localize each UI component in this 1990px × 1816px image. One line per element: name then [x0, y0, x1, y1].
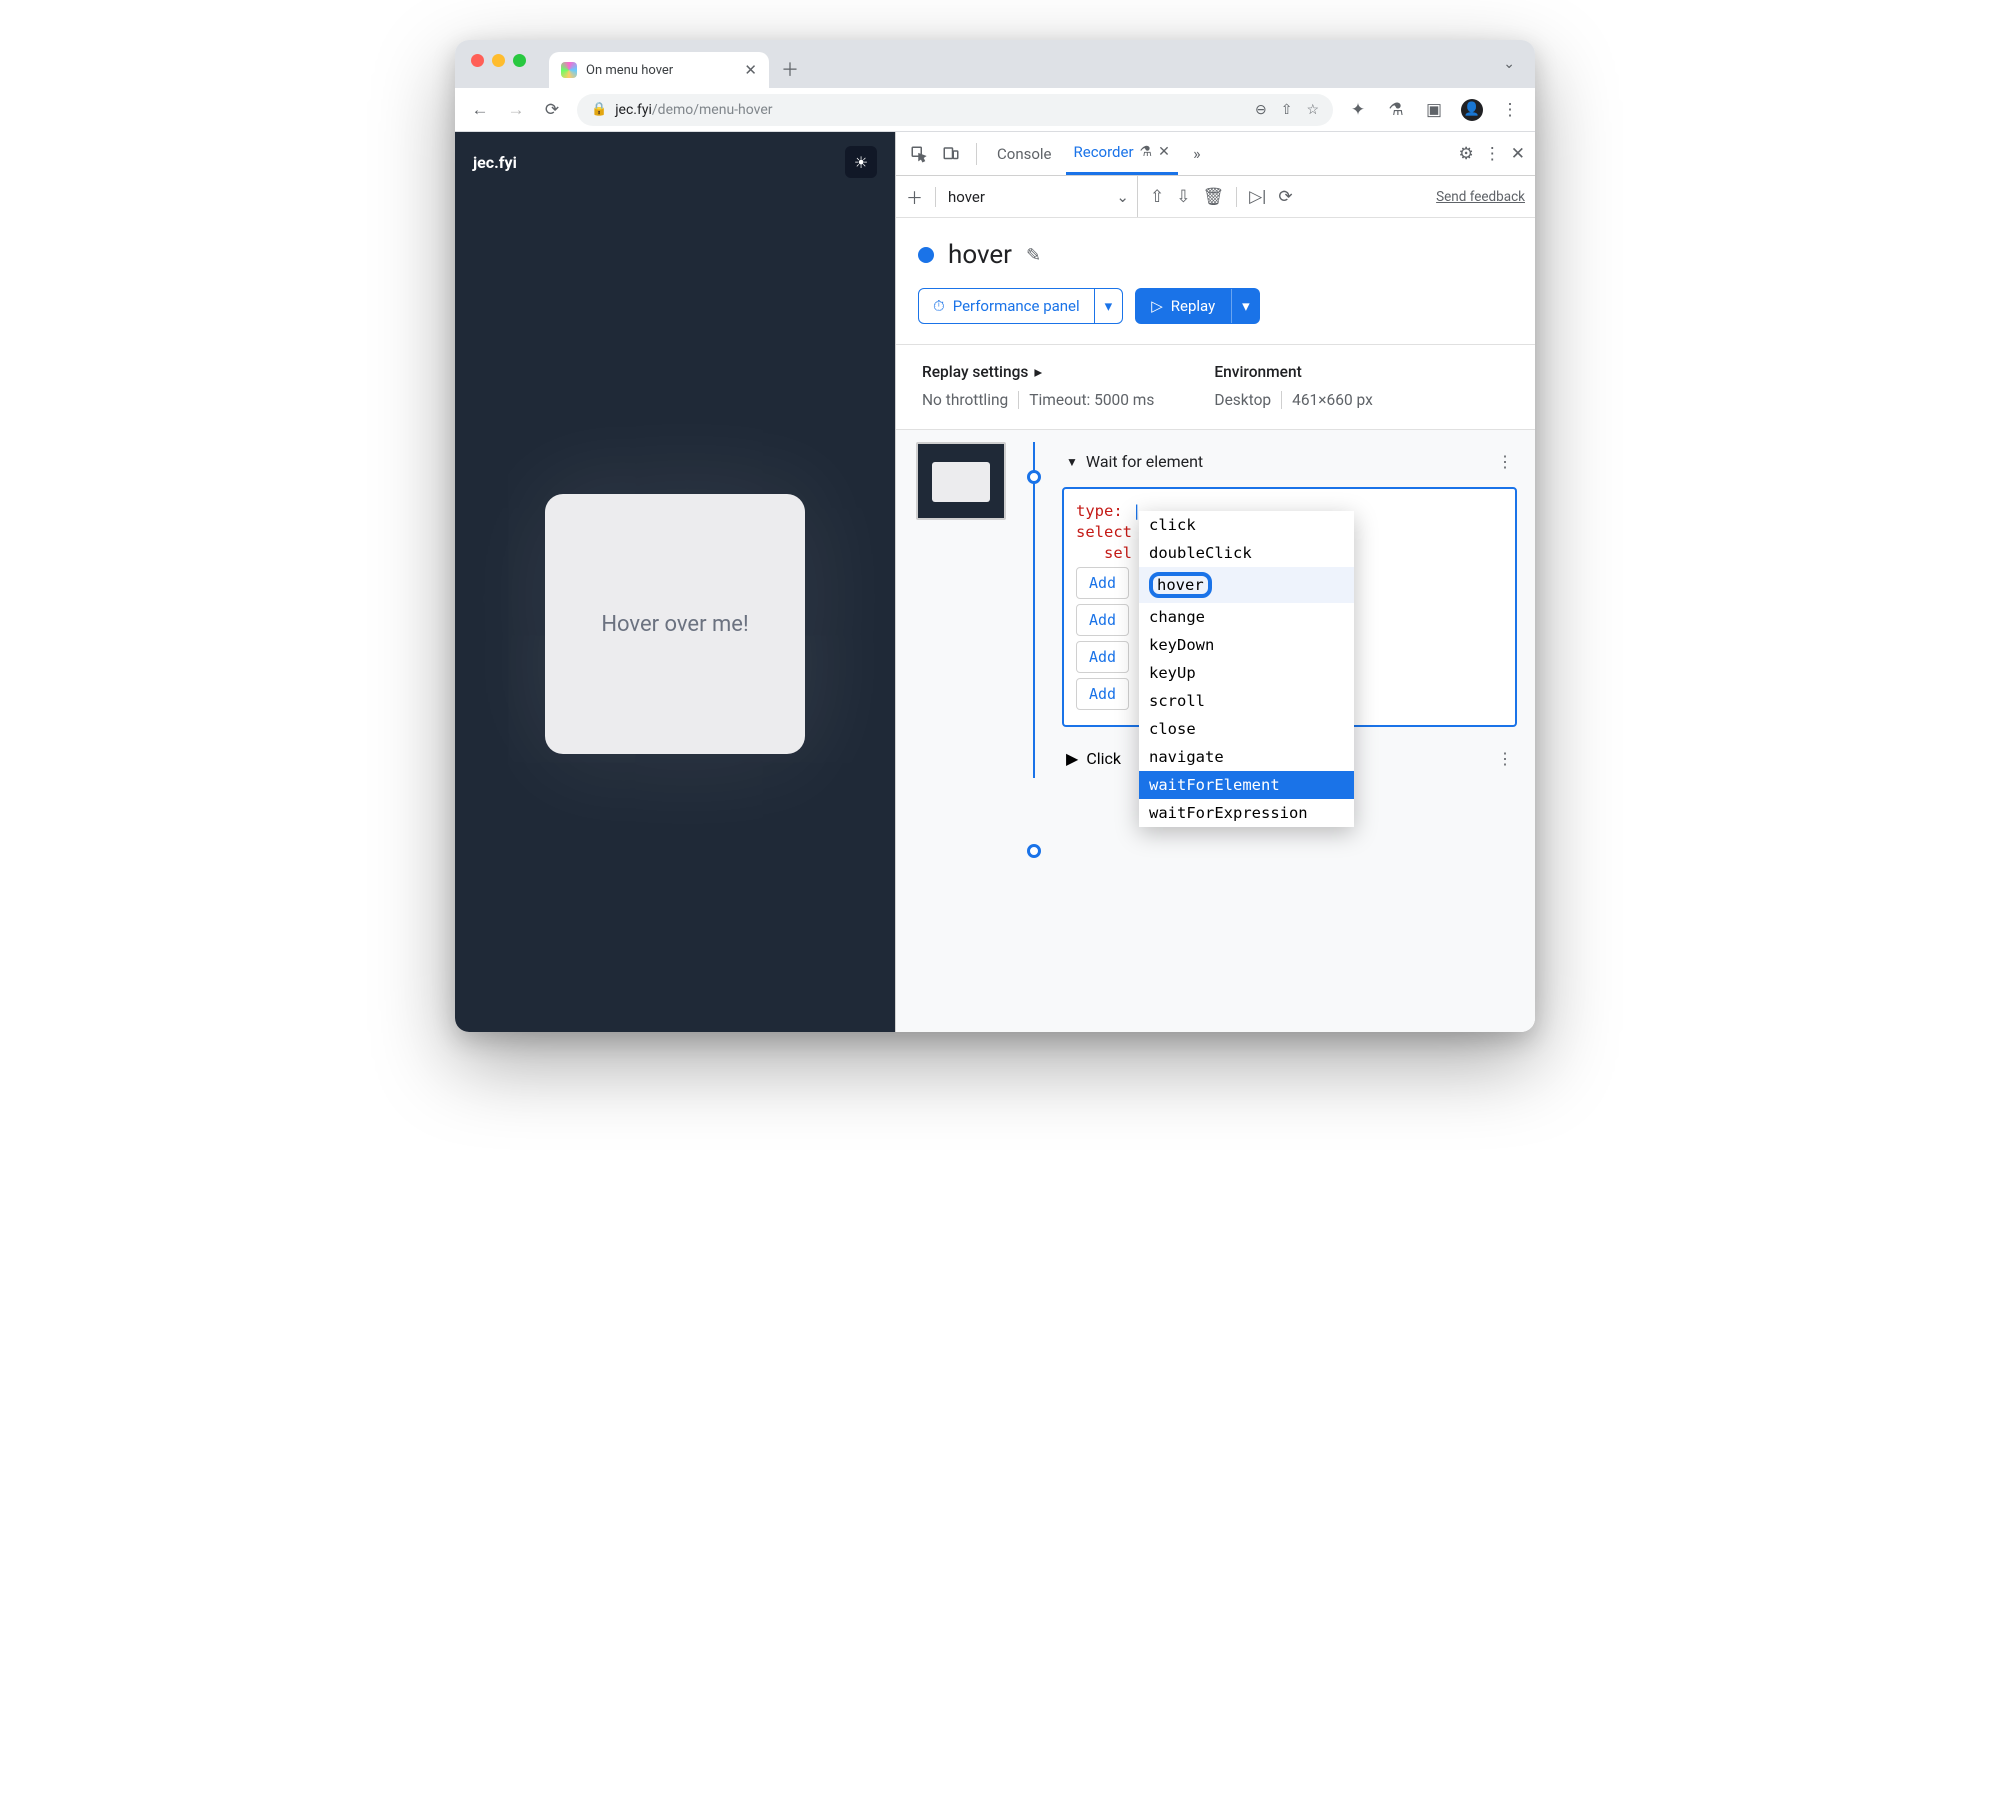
tab-overflow-icon[interactable]: ⌄ — [1503, 56, 1515, 72]
tab-close-icon[interactable]: ✕ — [744, 61, 757, 79]
send-feedback-link[interactable]: Send feedback — [1436, 189, 1525, 205]
step-wait-for-element[interactable]: ▼ Wait for element ⋮ — [1062, 442, 1517, 481]
extensions-icon[interactable]: ✦ — [1347, 100, 1369, 120]
nav-reload-icon[interactable]: ⟳ — [541, 100, 563, 120]
address-bar[interactable]: 🔒 jec.fyi/demo/menu-hover ⊖ ⇧ ☆ — [577, 94, 1333, 126]
flask-icon: ⚗ — [1140, 144, 1153, 160]
bookmark-icon[interactable]: ☆ — [1306, 102, 1319, 118]
performance-panel-button[interactable]: ⏱Performance panel ▾ — [918, 288, 1123, 324]
export-icon[interactable]: ⇧ — [1150, 187, 1164, 207]
recording-timeline: ▼ Wait for element ⋮ type: select sel Ad… — [896, 429, 1535, 1032]
recording-selector[interactable]: hover ⌄ — [948, 176, 1138, 217]
tab-console[interactable]: Console — [989, 132, 1060, 175]
play-icon: ▷ — [1151, 297, 1163, 315]
option-scroll[interactable]: scroll — [1139, 687, 1354, 715]
caret-right-icon: ▸ — [1034, 363, 1042, 381]
expand-icon[interactable]: ▶ — [1066, 749, 1078, 768]
step-editor[interactable]: type: select sel Add Add Add Add click d… — [1062, 487, 1517, 727]
type-autocomplete-dropdown[interactable]: click doubleClick hover change keyDown k… — [1139, 511, 1354, 827]
new-tab-button[interactable]: ＋ — [775, 54, 805, 84]
add-selector-button[interactable]: Add — [1076, 604, 1129, 636]
add-selector-button[interactable]: Add — [1076, 567, 1129, 599]
slow-replay-icon[interactable]: ⟳ — [1278, 187, 1292, 207]
nav-back-icon[interactable]: ← — [469, 100, 491, 120]
option-close[interactable]: close — [1139, 715, 1354, 743]
timeout-value: Timeout: 5000 ms — [1018, 391, 1154, 409]
option-doubleclick[interactable]: doubleClick — [1139, 539, 1354, 567]
collapse-icon[interactable]: ▼ — [1066, 455, 1078, 469]
new-recording-icon[interactable]: ＋ — [906, 184, 923, 209]
sidepanel-icon[interactable]: ▣ — [1423, 100, 1445, 120]
option-change[interactable]: change — [1139, 603, 1354, 631]
share-icon[interactable]: ⇧ — [1281, 102, 1293, 118]
record-status-icon — [918, 247, 934, 263]
tab-close-icon[interactable]: ✕ — [1158, 144, 1170, 160]
browser-window: On menu hover ✕ ＋ ⌄ ← → ⟳ 🔒 jec.fyi/demo… — [455, 40, 1535, 1032]
replay-dropdown-icon[interactable]: ▾ — [1231, 289, 1260, 323]
browser-tab[interactable]: On menu hover ✕ — [549, 52, 769, 88]
option-navigate[interactable]: navigate — [1139, 743, 1354, 771]
browser-menu-icon[interactable]: ⋮ — [1499, 100, 1521, 120]
chevron-down-icon: ⌄ — [1116, 188, 1129, 206]
recording-title: hover — [948, 240, 1012, 270]
favicon-icon — [561, 62, 577, 78]
step-menu-icon[interactable]: ⋮ — [1497, 749, 1513, 768]
add-selector-button[interactable]: Add — [1076, 678, 1129, 710]
step-marker-icon — [1027, 844, 1041, 858]
import-icon[interactable]: ⇩ — [1176, 187, 1190, 207]
devtools-tabbar: Console Recorder ⚗ ✕ » ⚙ ⋮ ✕ — [896, 132, 1535, 176]
nav-forward-icon[interactable]: → — [505, 100, 527, 120]
close-devtools-icon[interactable]: ✕ — [1511, 144, 1525, 164]
site-title: jec.fyi — [473, 153, 517, 172]
window-maximize-icon[interactable] — [513, 54, 526, 67]
replay-button[interactable]: ▷Replay ▾ — [1135, 288, 1260, 324]
window-minimize-icon[interactable] — [492, 54, 505, 67]
step-menu-icon[interactable]: ⋮ — [1497, 452, 1513, 471]
environment-header: Environment — [1214, 363, 1372, 381]
lock-icon: 🔒 — [591, 102, 607, 117]
recording-settings: Replay settings ▸ No throttling Timeout:… — [896, 345, 1535, 429]
tab-strip: On menu hover ✕ ＋ ⌄ — [455, 40, 1535, 88]
settings-icon[interactable]: ⚙ — [1459, 144, 1474, 164]
browser-toolbar: ← → ⟳ 🔒 jec.fyi/demo/menu-hover ⊖ ⇧ ☆ ✦ … — [455, 88, 1535, 132]
hover-target-card[interactable]: Hover over me! — [545, 494, 805, 754]
device-toolbar-icon[interactable] — [938, 141, 964, 167]
option-click[interactable]: click — [1139, 511, 1354, 539]
step-marker-icon — [1027, 470, 1041, 484]
viewport-value: 461×660 px — [1281, 391, 1373, 409]
zoom-out-icon[interactable]: ⊖ — [1255, 102, 1267, 118]
labs-icon[interactable]: ⚗ — [1385, 100, 1407, 120]
option-keyup[interactable]: keyUp — [1139, 659, 1354, 687]
recorder-toolbar: ＋ hover ⌄ ⇧ ⇩ 🗑 ▷| ⟳ Send feedback — [896, 176, 1535, 218]
window-close-icon[interactable] — [471, 54, 484, 67]
gauge-icon: ⏱ — [933, 297, 945, 315]
delete-icon[interactable]: 🗑 — [1203, 187, 1225, 207]
device-value: Desktop — [1214, 391, 1271, 409]
page-viewport: jec.fyi ☀ Hover over me! — [455, 132, 895, 1032]
throttling-value: No throttling — [922, 391, 1008, 409]
option-waitforexpression[interactable]: waitForExpression — [1139, 799, 1354, 827]
step-thumbnail — [916, 442, 1006, 520]
recording-header: hover ✎ ⏱Performance panel ▾ ▷Replay ▾ — [896, 218, 1535, 344]
option-keydown[interactable]: keyDown — [1139, 631, 1354, 659]
tab-title: On menu hover — [586, 63, 673, 78]
profile-avatar-icon[interactable]: 👤 — [1461, 99, 1483, 121]
devtools-panel: Console Recorder ⚗ ✕ » ⚙ ⋮ ✕ ＋ hover — [895, 132, 1535, 1032]
window-controls — [471, 54, 526, 67]
add-selector-button[interactable]: Add — [1076, 641, 1129, 673]
tab-recorder[interactable]: Recorder ⚗ ✕ — [1066, 132, 1178, 175]
option-hover[interactable]: hover — [1139, 567, 1354, 603]
url-text: jec.fyi/demo/menu-hover — [615, 102, 772, 118]
kebab-menu-icon[interactable]: ⋮ — [1484, 144, 1501, 164]
step-over-icon[interactable]: ▷| — [1249, 187, 1266, 207]
replay-settings-header[interactable]: Replay settings ▸ — [922, 363, 1154, 381]
edit-title-icon[interactable]: ✎ — [1026, 245, 1041, 266]
more-tabs-icon[interactable]: » — [1184, 141, 1210, 167]
theme-toggle-button[interactable]: ☀ — [845, 146, 877, 178]
performance-dropdown-icon[interactable]: ▾ — [1094, 289, 1123, 323]
inspect-element-icon[interactable] — [906, 141, 932, 167]
option-waitforelement[interactable]: waitForElement — [1139, 771, 1354, 799]
